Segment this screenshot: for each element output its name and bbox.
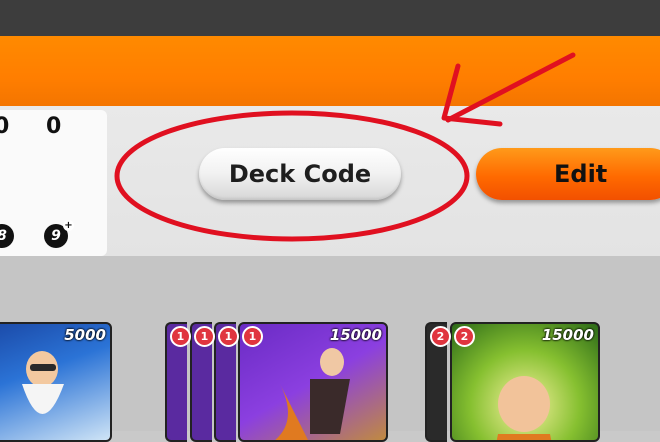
card-art-fighter (275, 348, 350, 440)
card-tile[interactable]: 5000 (0, 322, 112, 442)
card-art-monk (496, 376, 552, 440)
edit-button[interactable]: Edit (476, 148, 660, 200)
card-cost: 2 (454, 326, 475, 347)
deck-stats-panel: 0 0 8 9+ (0, 110, 107, 256)
stat-value: 0 (46, 114, 62, 139)
card-cost: 2 (430, 326, 451, 347)
top-bar (0, 0, 660, 36)
card-cost: 1 (170, 326, 191, 347)
count-badge: 9 + (44, 220, 74, 248)
count-badge: 8 (0, 224, 14, 248)
deck-code-button[interactable]: Deck Code (199, 148, 401, 200)
stat-value: 0 (0, 114, 10, 139)
card-cost: 1 (194, 326, 215, 347)
card-cost: 1 (242, 326, 263, 347)
card-cost: 1 (218, 326, 239, 347)
header-band (0, 36, 660, 106)
card-art-old-master (22, 351, 64, 414)
